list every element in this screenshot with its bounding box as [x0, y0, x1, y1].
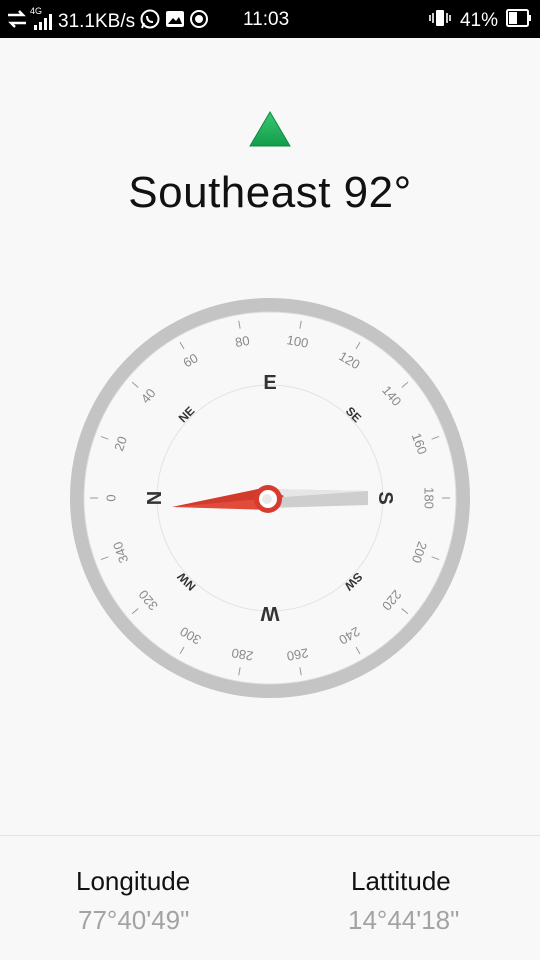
signal-icon: 4G [30, 6, 54, 32]
status-bar: 4G 31.1KB/s 11:03 41% [0, 0, 540, 38]
compass-heading: Southeast 92° [128, 168, 412, 217]
cardinal-label-e: E [263, 372, 276, 394]
location-icon [189, 9, 209, 35]
longitude-value: 77°40'49" [78, 905, 190, 935]
latitude-value: 14°44'18" [348, 905, 460, 935]
compass-dial: 0 20 40 60 80 100 120 140 160 180 200 220 240 260 280 3… [70, 298, 470, 698]
data-transfer-icon [6, 9, 28, 35]
battery-percent: 41% [459, 10, 498, 31]
degree-label: 0 [104, 494, 119, 501]
vibrate-icon [428, 8, 452, 34]
divider [0, 835, 540, 836]
clock: 11:03 [243, 9, 290, 30]
status-bar-right: 41% [428, 8, 532, 34]
cardinal-label-n: N [144, 491, 166, 505]
degree-label: 80 [234, 333, 251, 350]
cardinal-label-w: W [260, 602, 279, 624]
status-bar-left: 4G 31.1KB/s [6, 6, 209, 36]
latitude-label: Lattitude [351, 866, 451, 896]
direction-indicator-icon [248, 110, 292, 148]
gallery-icon [165, 10, 185, 34]
cardinal-label-s: S [374, 491, 396, 504]
network-speed: 31.1KB/s [58, 11, 136, 32]
battery-icon [506, 9, 532, 33]
whatsapp-icon [139, 8, 161, 36]
degree-label: 180 [422, 487, 437, 509]
longitude-label: Longitude [76, 866, 191, 896]
